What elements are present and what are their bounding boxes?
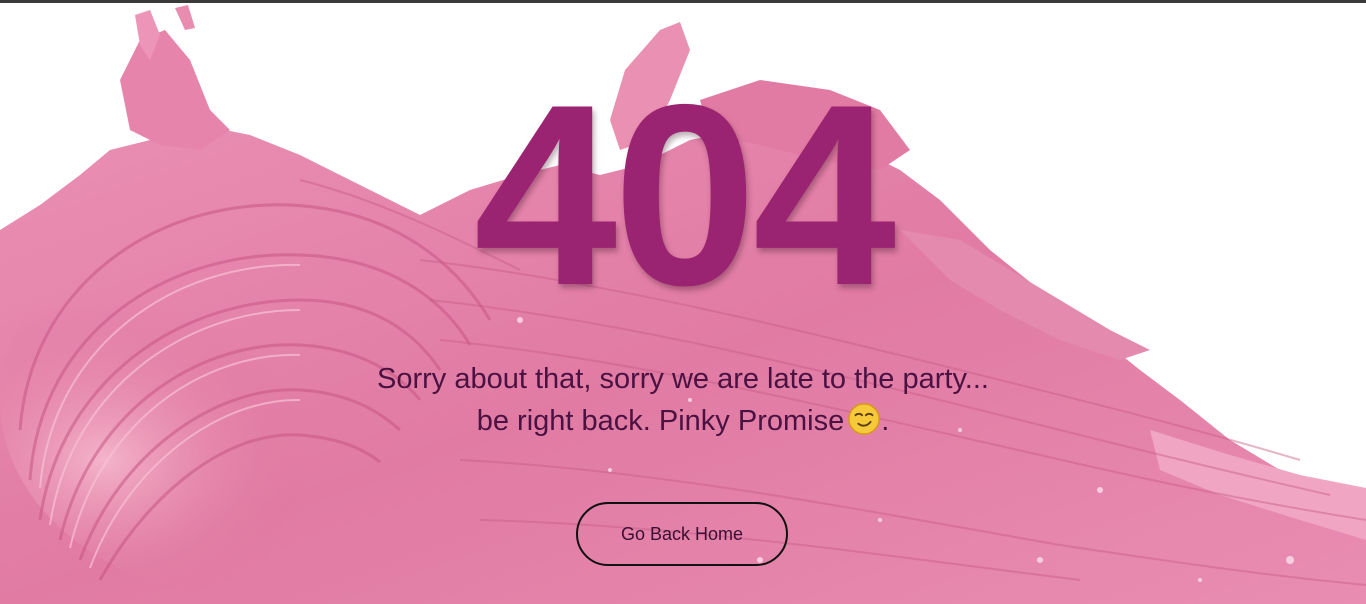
error-message-line-2: be right back. Pinky Promise. xyxy=(0,400,1366,442)
top-border xyxy=(0,0,1366,3)
error-page: 404 Sorry about that, sorry we are late … xyxy=(0,0,1366,604)
error-message-line-1: Sorry about that, sorry we are late to t… xyxy=(377,363,989,395)
error-code: 404 xyxy=(473,50,896,339)
error-content: 404 Sorry about that, sorry we are late … xyxy=(0,0,1366,604)
smirking-face-icon xyxy=(848,403,881,435)
error-message-line-2-text: be right back. Pinky Promise xyxy=(476,405,845,437)
go-back-home-button[interactable]: Go Back Home xyxy=(576,502,788,566)
error-message-line-2-suffix: . xyxy=(881,405,890,437)
